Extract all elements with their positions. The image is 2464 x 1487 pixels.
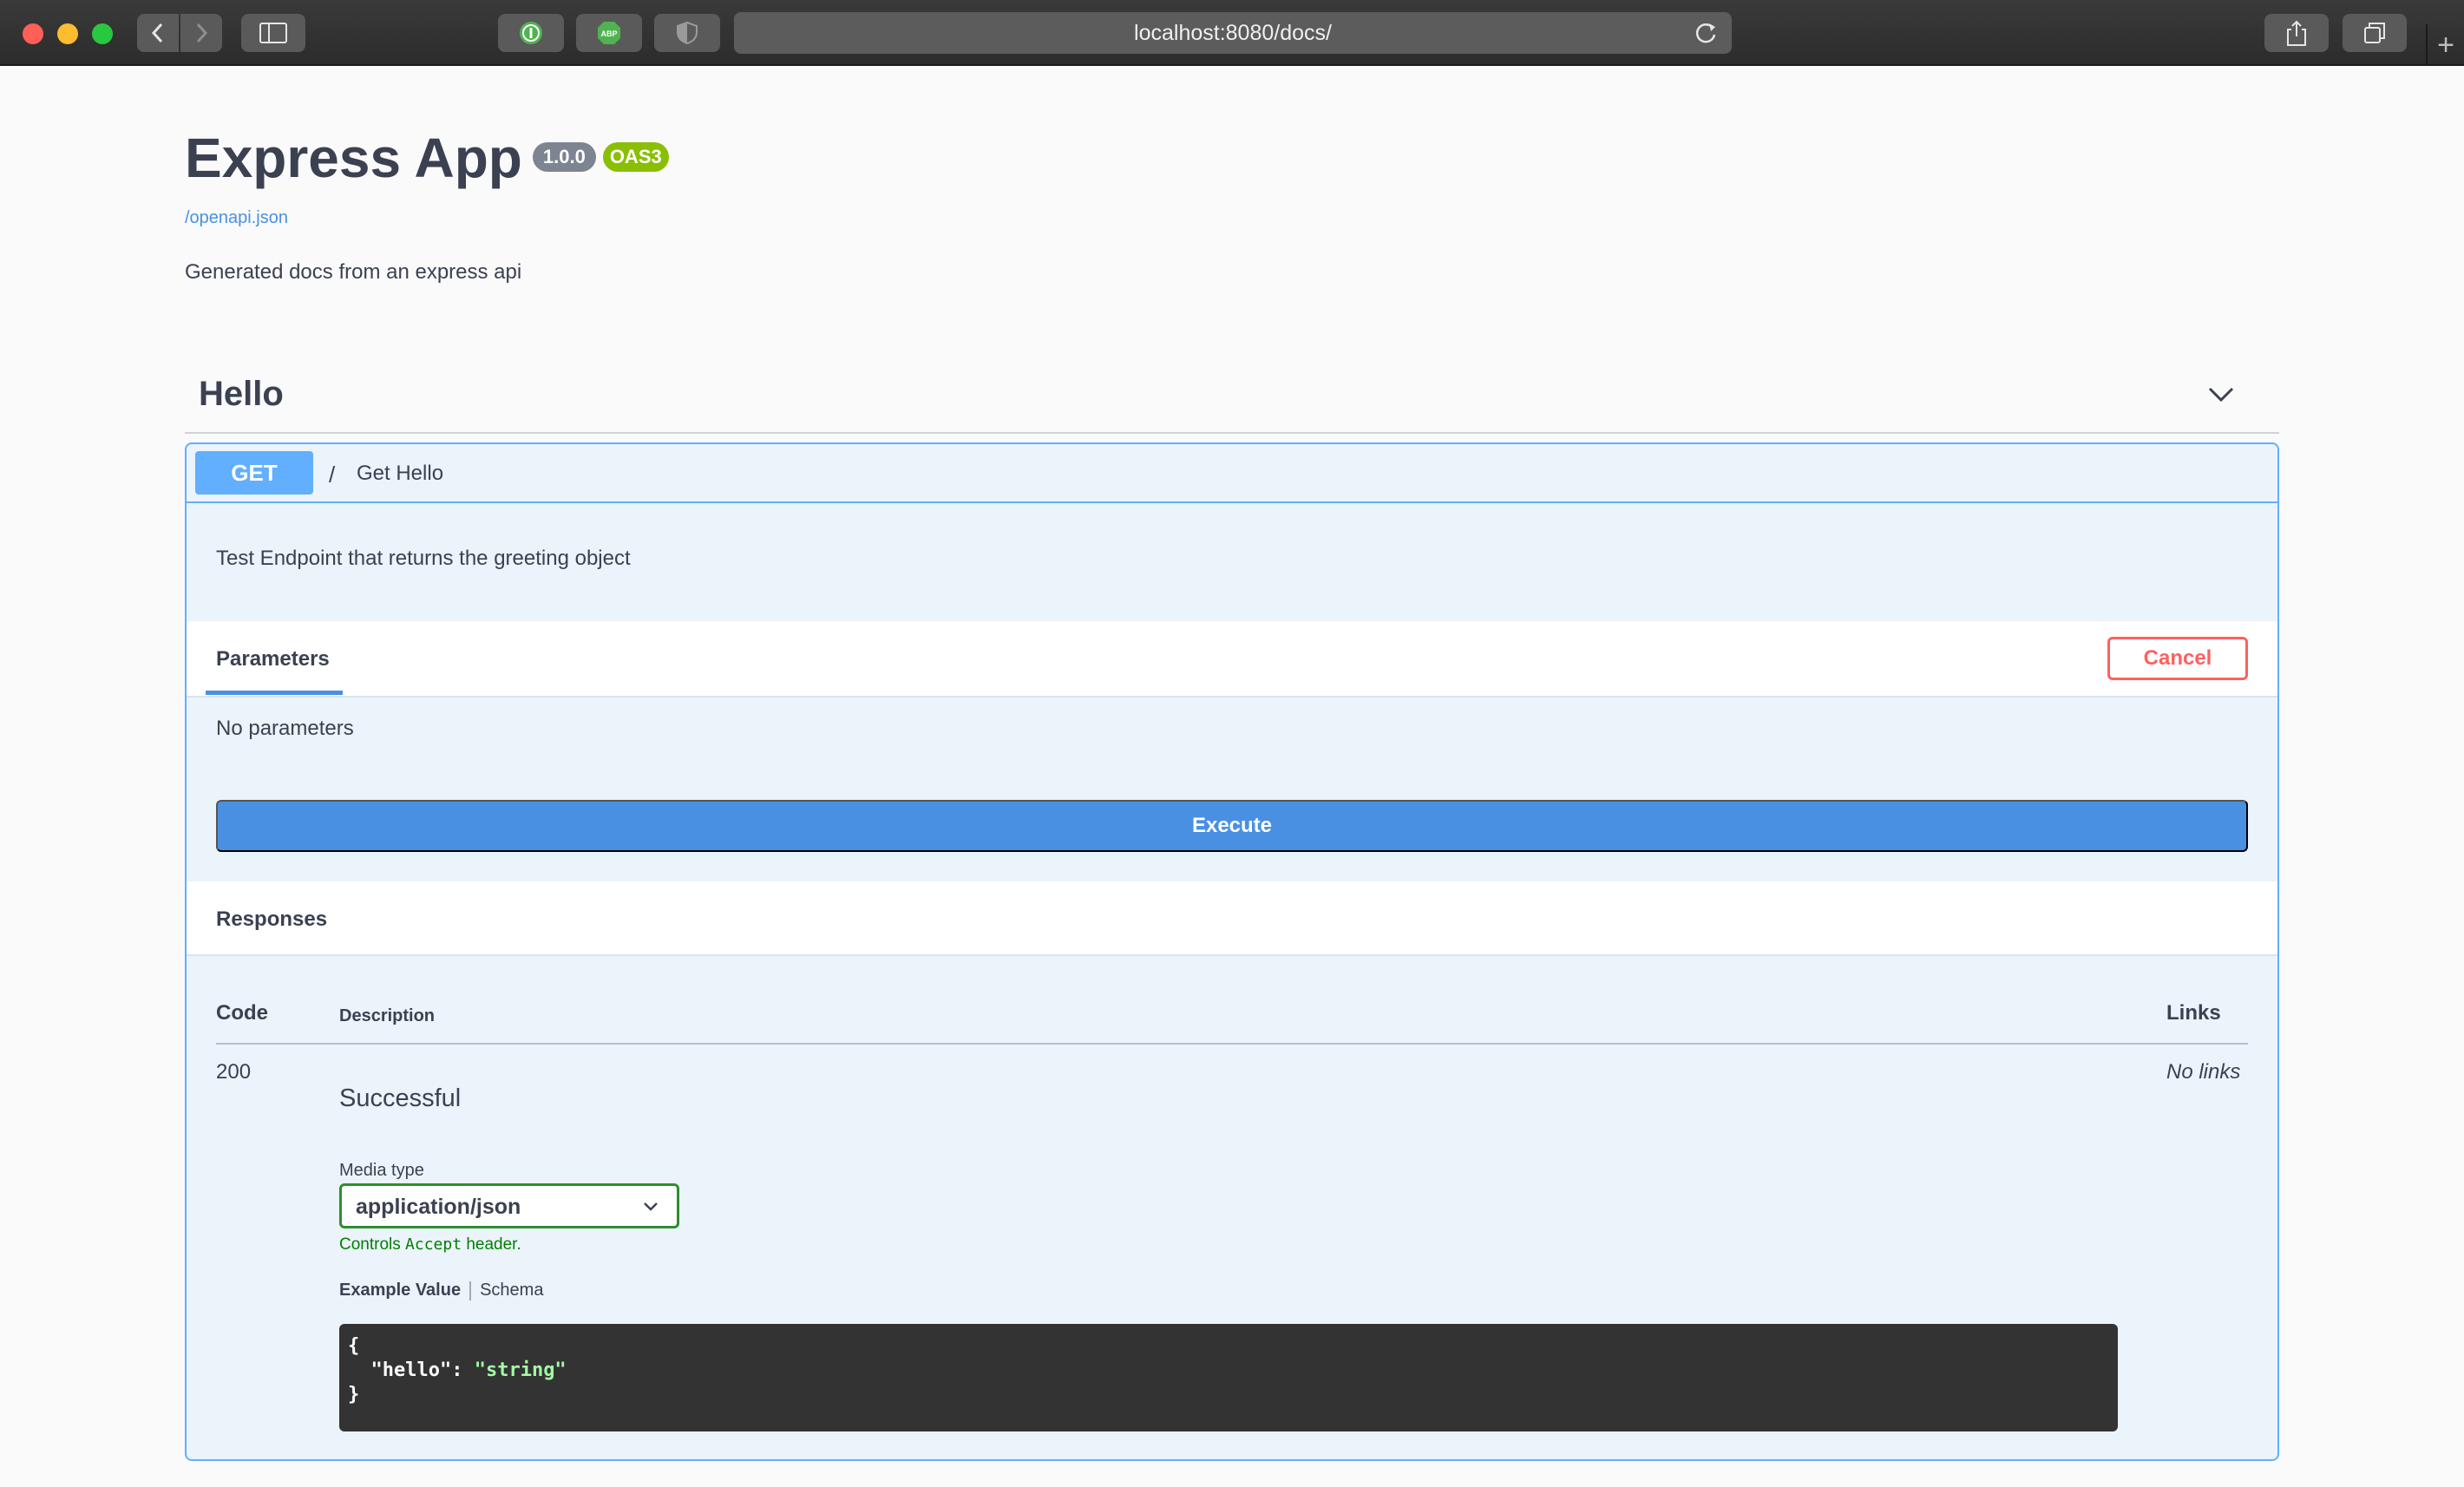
responses-title: Responses: [216, 907, 328, 931]
media-type-value: application/json: [356, 1195, 521, 1219]
privacy-extension-button[interactable]: [654, 14, 720, 52]
tab-overview-button[interactable]: [2343, 14, 2407, 52]
operation-block: GET / Get Hello Test Endpoint that retur…: [185, 442, 2279, 1461]
code-close-brace: }: [348, 1384, 360, 1405]
address-bar[interactable]: localhost:8080/docs/: [734, 12, 1732, 54]
back-button[interactable]: [137, 14, 179, 52]
zoom-window-button[interactable]: [92, 23, 113, 44]
example-code-block: { "hello": "string" }: [339, 1324, 2118, 1431]
close-window-button[interactable]: [23, 23, 43, 44]
adblock-extension-button[interactable]: ABP: [576, 14, 642, 52]
media-type-hint: Controls Accept header.: [339, 1235, 521, 1254]
adblock-icon: ABP: [598, 22, 620, 44]
onepassword-icon: [520, 22, 542, 44]
tab-schema[interactable]: Schema: [480, 1281, 543, 1300]
code-line: "hello": "string": [348, 1359, 2109, 1383]
example-tabs: Example Value Schema: [339, 1281, 543, 1300]
chevron-down-icon[interactable]: [2206, 380, 2236, 409]
code-colon: :: [451, 1359, 475, 1381]
media-type-label: Media type: [339, 1161, 424, 1180]
sidebar-icon: [259, 23, 287, 43]
tab-separator: [469, 1281, 472, 1300]
response-links: No links: [2166, 1060, 2241, 1084]
column-header-links: Links: [2166, 1001, 2221, 1025]
chevron-down-icon: [644, 1202, 658, 1211]
plus-icon: +: [2437, 28, 2454, 62]
operation-summary-text: Get Hello: [357, 462, 444, 485]
onepassword-extension-button[interactable]: [498, 14, 564, 52]
code-string-value: "string": [474, 1359, 567, 1381]
parameters-header: Parameters Cancel: [187, 621, 2277, 698]
code-open-brace: {: [348, 1335, 360, 1357]
api-title: Express App: [185, 127, 522, 189]
tab-active-underline: [206, 691, 343, 695]
share-icon: [2287, 20, 2306, 46]
table-divider: [216, 1043, 2248, 1045]
execute-button[interactable]: Execute: [216, 800, 2248, 852]
api-description: Generated docs from an express api: [185, 260, 522, 284]
forward-icon: [196, 23, 208, 43]
api-info: Express App 1.0.0 OAS3: [185, 130, 669, 186]
method-badge: GET: [195, 451, 313, 495]
tag-title: Hello: [199, 375, 284, 413]
tab-parameters[interactable]: Parameters: [216, 647, 330, 671]
column-header-code: Code: [216, 1001, 268, 1025]
cancel-button[interactable]: Cancel: [2107, 637, 2248, 680]
back-icon: [151, 23, 163, 43]
media-hint-code: Accept: [405, 1235, 462, 1254]
version-badge: 1.0.0: [532, 142, 596, 172]
svg-text:ABP: ABP: [600, 29, 617, 38]
oas-badge: OAS3: [602, 142, 669, 172]
code-key: "hello": [370, 1359, 452, 1381]
minimize-window-button[interactable]: [57, 23, 78, 44]
shield-icon: [677, 21, 698, 45]
media-type-select[interactable]: application/json: [339, 1183, 679, 1228]
browser-toolbar: ABP localhost:8080/docs/ +: [0, 0, 2464, 66]
response-code: 200: [216, 1060, 252, 1084]
operation-path: /: [329, 462, 336, 488]
operation-summary[interactable]: GET / Get Hello: [187, 444, 2277, 503]
forward-button[interactable]: [180, 14, 222, 52]
media-hint-suffix: header.: [466, 1235, 521, 1254]
response-description: Successful: [339, 1084, 462, 1112]
no-parameters-text: No parameters: [216, 717, 354, 740]
spec-link[interactable]: /openapi.json: [185, 208, 288, 228]
tabs-icon: [2364, 23, 2385, 43]
responses-header: Responses: [187, 881, 2277, 956]
reload-icon[interactable]: [1692, 19, 1720, 47]
sidebar-toggle-button[interactable]: [241, 14, 305, 52]
media-hint-prefix: Controls: [339, 1235, 401, 1254]
url-text: localhost:8080/docs/: [1134, 20, 1332, 45]
new-tab-button[interactable]: +: [2426, 24, 2464, 66]
operation-description: Test Endpoint that returns the greeting …: [216, 547, 631, 570]
column-header-description: Description: [339, 1006, 436, 1025]
tab-example-value[interactable]: Example Value: [339, 1281, 461, 1300]
share-button[interactable]: [2264, 14, 2329, 52]
tag-section-header[interactable]: Hello: [185, 364, 2279, 434]
